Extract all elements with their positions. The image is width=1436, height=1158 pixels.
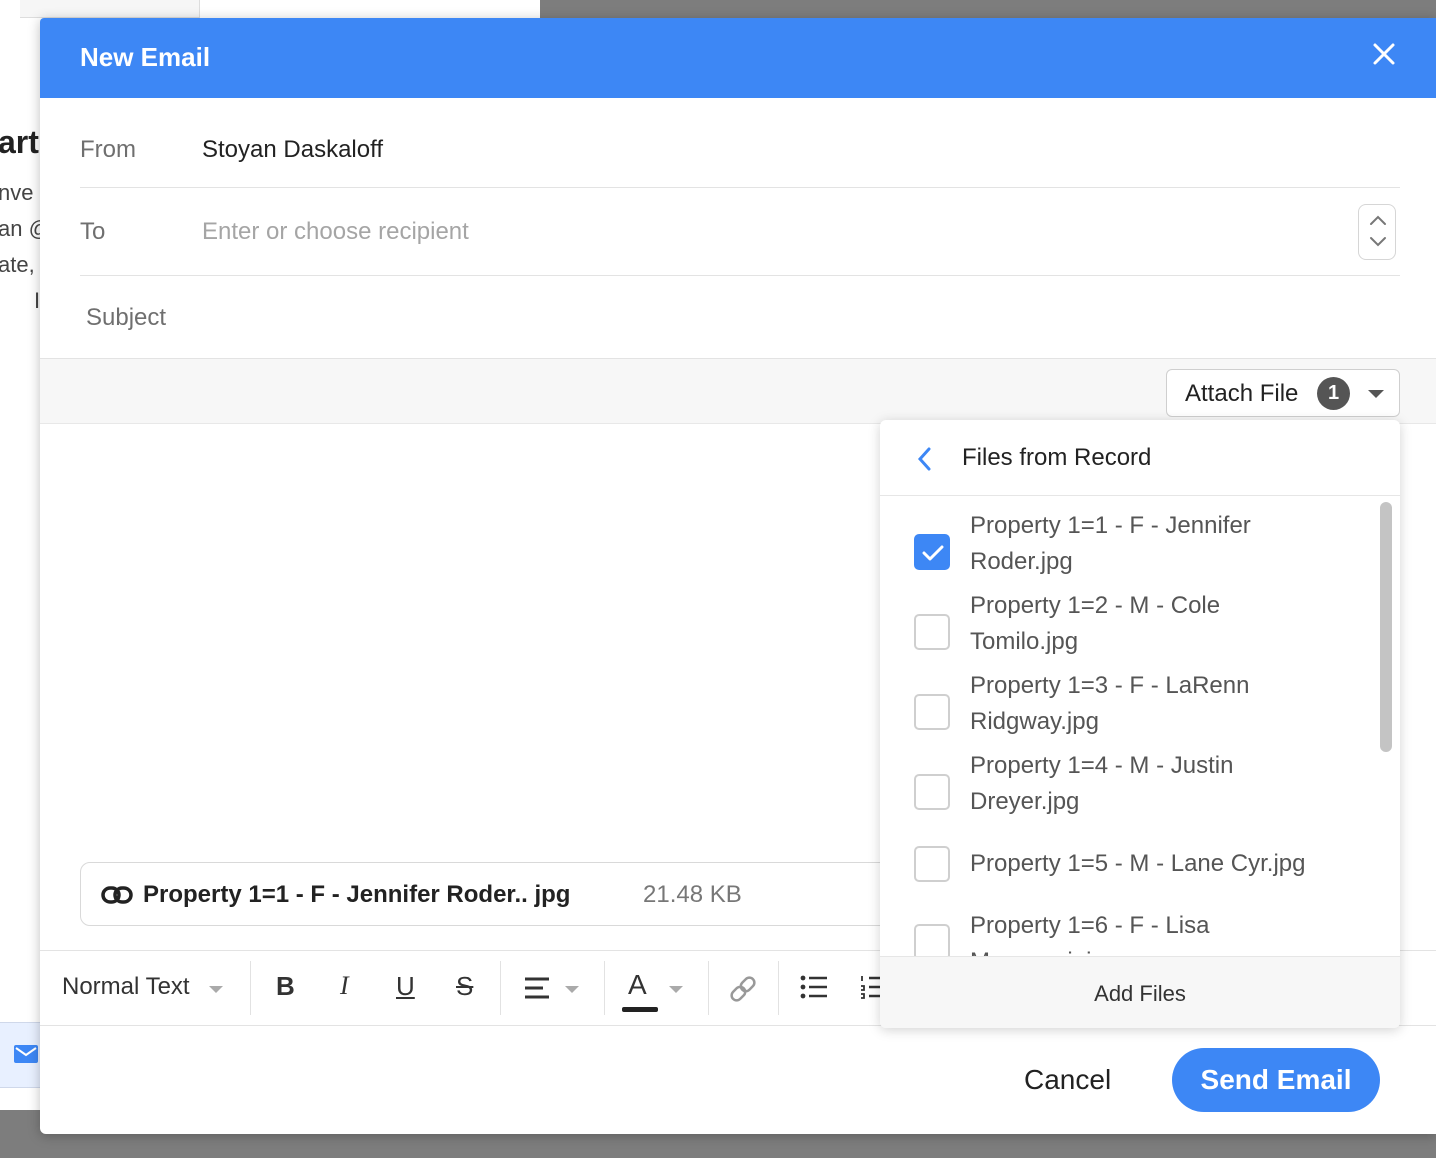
file-item[interactable]: Property 1=1 - F - Jennifer Roder.jpg [880, 508, 1380, 582]
file-name-line: Property 1=2 - M - Cole [970, 592, 1221, 619]
bold-button[interactable]: B [266, 951, 304, 1025]
toolbar-divider [708, 961, 709, 1015]
caret-down-icon [209, 986, 223, 993]
attachment-size: 21.48 KB [643, 881, 742, 908]
italic-icon: I [340, 971, 349, 1000]
toolbar-divider [250, 961, 251, 1015]
file-checkbox[interactable] [914, 774, 950, 810]
file-name: Property 1=4 - M - Justin Dreyer.jpg [970, 748, 1370, 820]
file-name-line: Property 1=6 - F - Lisa [970, 912, 1210, 939]
file-name: Property 1=6 - F - Lisa Manzzanini [970, 908, 1370, 956]
from-value: Stoyan Daskaloff [202, 136, 383, 163]
mail-icon [14, 1045, 38, 1063]
toolbar-divider [604, 961, 605, 1015]
align-left-icon [525, 977, 549, 999]
underline-button[interactable]: U [386, 951, 424, 1025]
close-button[interactable] [1368, 38, 1400, 70]
toolbar-divider [500, 961, 501, 1015]
caret-down-icon [565, 986, 579, 993]
dropdown-footer: Add Files [880, 956, 1400, 1028]
attachment-name: Property 1=1 - F - Jennifer Roder.. jpg [143, 881, 571, 908]
text-style-select[interactable]: Normal Text [40, 951, 246, 1025]
file-name: Property 1=1 - F - Jennifer Roder.jpg [970, 508, 1370, 580]
strikethrough-button[interactable]: S [446, 951, 484, 1025]
files-scrollbar[interactable] [1380, 502, 1392, 752]
file-name-line: Property 1=3 - F - LaRenn [970, 672, 1250, 699]
file-name-line: Property 1=4 - M - Justin [970, 752, 1234, 779]
toolbar-divider [778, 961, 779, 1015]
font-color-swatch [622, 1007, 658, 1012]
bullet-list-button[interactable] [796, 951, 836, 1025]
file-name: Property 1=2 - M - Cole Tomilo.jpg [970, 588, 1370, 660]
from-label: From [80, 136, 136, 163]
send-email-button[interactable]: Send Email [1172, 1048, 1380, 1112]
file-item[interactable]: Property 1=6 - F - Lisa Manzzanini [880, 908, 1380, 956]
subject-label[interactable]: Subject [86, 304, 166, 332]
strikethrough-icon: S [456, 971, 474, 1001]
text-style-label: Normal Text [62, 973, 190, 1000]
dropdown-title: Files from Record [962, 444, 1152, 471]
file-name-line: Manzzanini [970, 944, 1370, 956]
background-line: nve [0, 180, 34, 205]
chevron-down-icon [1370, 237, 1386, 247]
recipient-stepper[interactable] [1358, 204, 1396, 260]
to-label: To [80, 218, 106, 245]
check-icon [922, 545, 944, 561]
file-name-line: Roder.jpg [970, 548, 1073, 575]
modal-title: New Email [80, 42, 211, 72]
caret-down-icon [669, 986, 683, 993]
attachment-chip[interactable]: Property 1=1 - F - Jennifer Roder.. jpg … [80, 862, 960, 926]
file-name: Property 1=3 - F - LaRenn Ridgway.jpg [970, 668, 1370, 740]
underline-icon: U [396, 971, 415, 1001]
font-color-icon: A [628, 969, 647, 1000]
file-item[interactable]: Property 1=4 - M - Justin Dreyer.jpg [880, 748, 1380, 822]
file-name: Property 1=5 - M - Lane Cyr.jpg [970, 846, 1380, 882]
italic-button[interactable]: I [326, 951, 364, 1025]
font-color-button[interactable]: A [618, 951, 694, 1025]
close-icon [1373, 43, 1395, 65]
bold-icon: B [276, 971, 295, 1001]
attach-file-label: Attach File [1185, 380, 1299, 407]
file-checkbox[interactable] [914, 694, 950, 730]
add-files-button[interactable]: Add Files [880, 981, 1400, 1007]
file-item[interactable]: Property 1=3 - F - LaRenn Ridgway.jpg [880, 668, 1380, 742]
bullet-list-icon [800, 975, 827, 999]
file-item[interactable]: Property 1=5 - M - Lane Cyr.jpg [880, 840, 1380, 890]
file-name-line: Tomilo.jpg [970, 628, 1079, 655]
background-mail-strip [0, 1022, 40, 1088]
link-icon [730, 976, 756, 1002]
cancel-button[interactable]: Cancel [1024, 1064, 1111, 1096]
file-name-line: Dreyer.jpg [970, 788, 1080, 815]
attachment-bar: Attach File 1 [40, 358, 1436, 424]
to-input[interactable] [202, 212, 1302, 252]
file-item[interactable]: Property 1=2 - M - Cole Tomilo.jpg [880, 588, 1380, 662]
file-name-line: Property 1=5 - M - Lane Cyr.jpg [970, 850, 1306, 877]
from-row: From Stoyan Daskaloff [80, 136, 1400, 188]
attach-count-badge: 1 [1317, 377, 1350, 410]
file-checkbox[interactable] [914, 924, 950, 956]
link-icon [101, 886, 133, 904]
align-button[interactable] [516, 951, 592, 1025]
caret-down-icon [1368, 390, 1384, 398]
background-line: ate, [0, 252, 35, 277]
file-checkbox[interactable] [914, 614, 950, 650]
background-topbar [20, 0, 200, 18]
file-checkbox[interactable] [914, 534, 950, 570]
files-list: Property 1=1 - F - Jennifer Roder.jpg Pr… [880, 498, 1400, 956]
insert-link-button[interactable] [724, 951, 768, 1025]
modal-header: New Email [40, 18, 1436, 98]
to-row: To [80, 204, 1400, 276]
file-name-line: Ridgway.jpg [970, 708, 1099, 735]
dropdown-header: Files from Record [880, 420, 1400, 496]
chevron-left-icon[interactable] [916, 446, 932, 472]
file-checkbox[interactable] [914, 846, 950, 882]
files-dropdown: Files from Record Property 1=1 - F - Jen… [880, 420, 1400, 1028]
file-name-line: Property 1=1 - F - Jennifer [970, 512, 1251, 539]
chevron-up-icon [1370, 215, 1386, 225]
background-title: art [0, 124, 39, 160]
attach-file-button[interactable]: Attach File 1 [1166, 369, 1400, 417]
